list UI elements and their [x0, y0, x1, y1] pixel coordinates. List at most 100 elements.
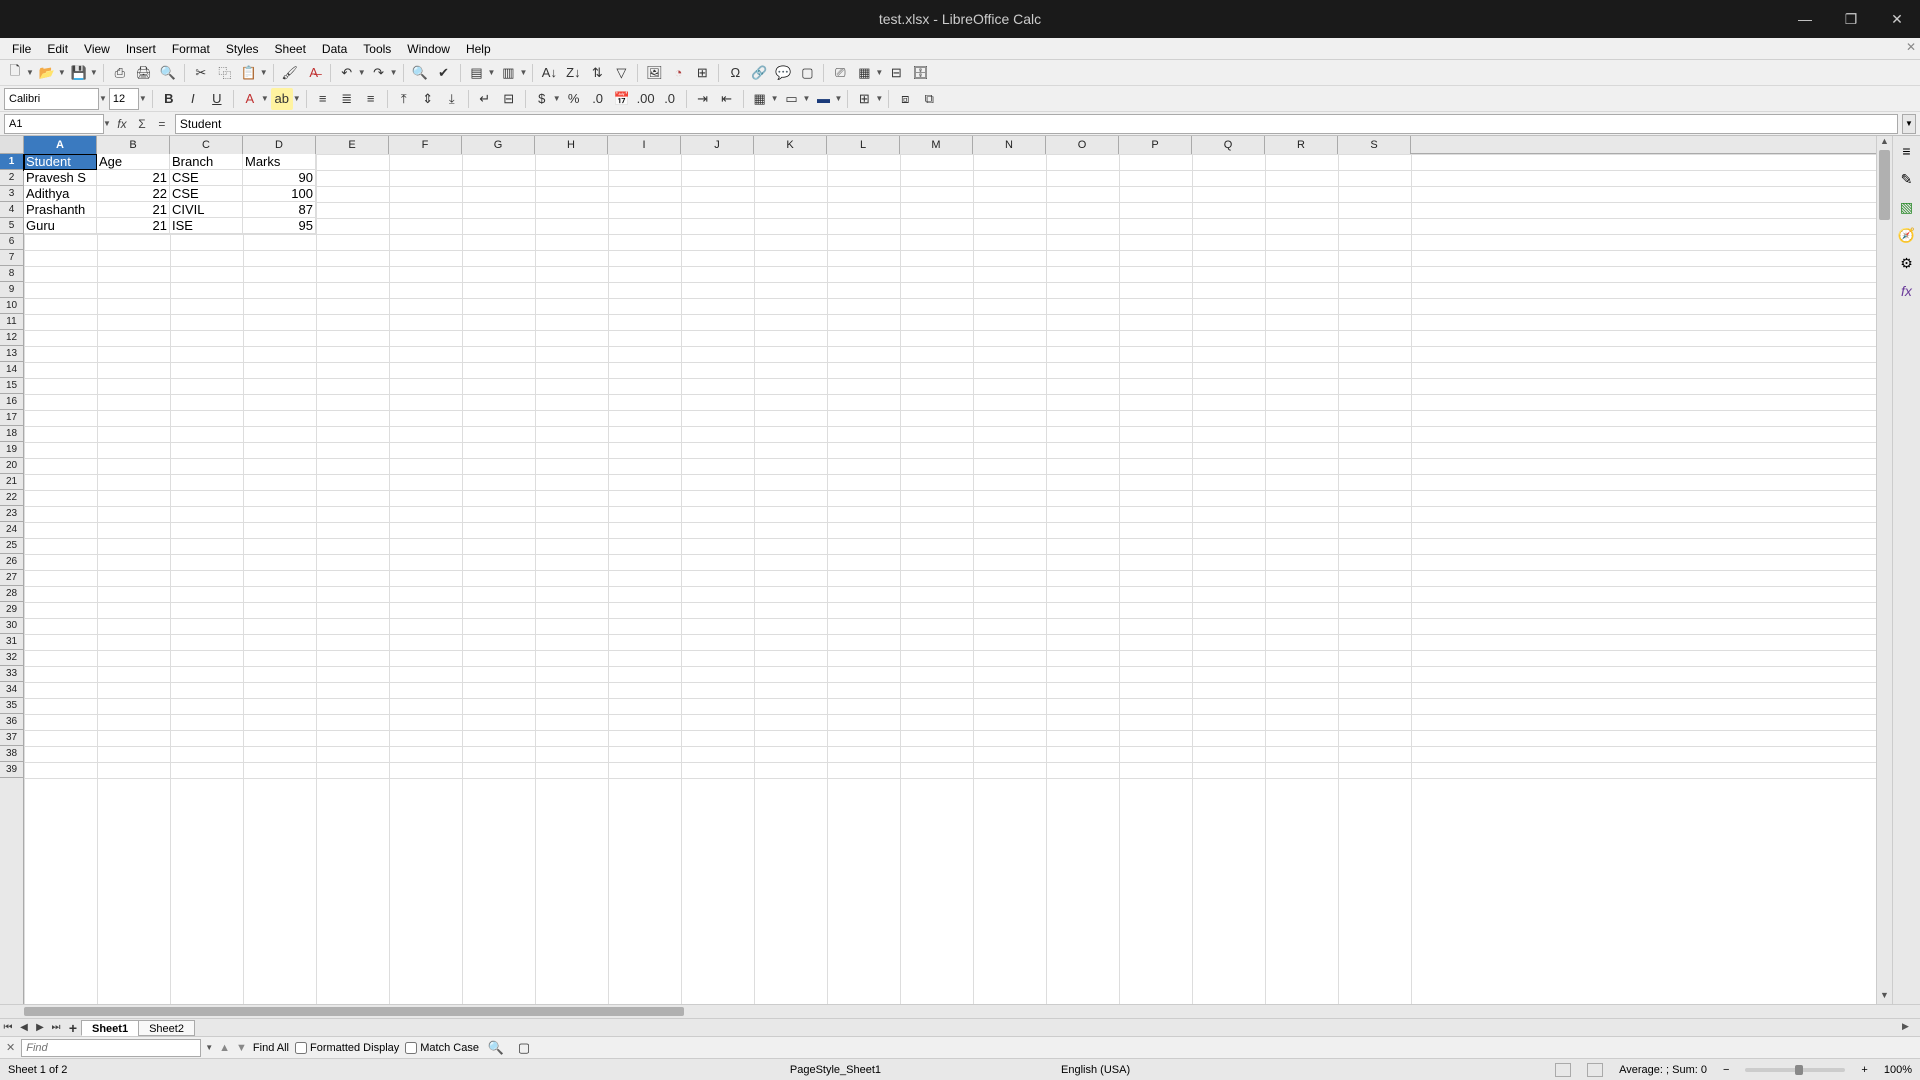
cell-B5[interactable]: 21 — [97, 218, 170, 234]
col-header-D[interactable]: D — [243, 136, 316, 154]
col-header-S[interactable]: S — [1338, 136, 1411, 154]
formatted-display-checkbox[interactable]: Formatted Display — [295, 1042, 399, 1054]
row-header-27[interactable]: 27 — [0, 570, 23, 586]
paste-icon[interactable]: 📋 — [238, 62, 260, 84]
find-options-icon[interactable]: 🔍 — [485, 1037, 507, 1059]
menu-data[interactable]: Data — [314, 40, 355, 58]
maximize-button[interactable]: ❐ — [1828, 0, 1874, 38]
cell-B1[interactable]: Age — [97, 154, 170, 170]
copy-icon[interactable]: ⿻ — [214, 62, 236, 84]
font-name-dropdown[interactable]: ▼ — [99, 94, 107, 103]
font-size-input[interactable] — [109, 88, 139, 110]
tab-first-icon[interactable]: ⏮ — [0, 1020, 16, 1036]
function-wizard-icon[interactable]: fx — [113, 114, 131, 134]
zoom-slider[interactable] — [1745, 1068, 1845, 1072]
border-style-icon[interactable]: ▭ — [781, 88, 803, 110]
close-document-button[interactable]: ✕ — [1906, 40, 1916, 54]
row-header-34[interactable]: 34 — [0, 682, 23, 698]
row-header-24[interactable]: 24 — [0, 522, 23, 538]
sort-icon[interactable]: ⇅ — [586, 62, 608, 84]
col-header-K[interactable]: K — [754, 136, 827, 154]
italic-icon[interactable]: I — [182, 88, 204, 110]
percent-icon[interactable]: % — [563, 88, 585, 110]
row-header-11[interactable]: 11 — [0, 314, 23, 330]
paste-dropdown[interactable]: ▼ — [260, 68, 268, 77]
sidebar-functions-icon[interactable]: fx — [1896, 280, 1918, 302]
pivot-icon[interactable]: ⊞ — [691, 62, 713, 84]
row-header-3[interactable]: 3 — [0, 186, 23, 202]
border-style-dropdown[interactable]: ▼ — [803, 94, 811, 103]
row-header-17[interactable]: 17 — [0, 410, 23, 426]
cell-D2[interactable]: 90 — [243, 170, 316, 186]
row-header-9[interactable]: 9 — [0, 282, 23, 298]
row-header-32[interactable]: 32 — [0, 650, 23, 666]
sidebar-navigator-icon[interactable]: 🧭 — [1896, 224, 1918, 246]
cells-grid[interactable]: StudentAgeBranchMarksPravesh S21CSE90Adi… — [24, 154, 1876, 1004]
hyperlink-icon[interactable]: 🔗 — [748, 62, 770, 84]
select-all-corner[interactable] — [0, 136, 24, 154]
menu-file[interactable]: File — [4, 40, 39, 58]
status-language[interactable]: English (USA) — [1061, 1064, 1130, 1076]
col-header-J[interactable]: J — [681, 136, 754, 154]
cell-B2[interactable]: 21 — [97, 170, 170, 186]
col-header-G[interactable]: G — [462, 136, 535, 154]
col-header-Q[interactable]: Q — [1192, 136, 1265, 154]
hscroll-thumb[interactable] — [24, 1007, 684, 1016]
row-header-16[interactable]: 16 — [0, 394, 23, 410]
border-color-icon[interactable]: ▬ — [812, 88, 834, 110]
zoom-value[interactable]: 100% — [1884, 1064, 1912, 1076]
tab-next-icon[interactable]: ▶ — [32, 1020, 48, 1036]
align-center-icon[interactable]: ≣ — [336, 88, 358, 110]
row-header-31[interactable]: 31 — [0, 634, 23, 650]
image-icon[interactable]: 🖼 — [643, 62, 665, 84]
clone-format-icon[interactable]: 🖌 — [279, 62, 301, 84]
col-header-L[interactable]: L — [827, 136, 900, 154]
menu-sheet[interactable]: Sheet — [267, 40, 314, 58]
tab-last-icon[interactable]: ⏭ — [48, 1020, 64, 1036]
dec-indent-icon[interactable]: ⇤ — [716, 88, 738, 110]
cell-D1[interactable]: Marks — [243, 154, 316, 170]
col-header-P[interactable]: P — [1119, 136, 1192, 154]
close-button[interactable]: ✕ — [1874, 0, 1920, 38]
cell-C1[interactable]: Branch — [170, 154, 243, 170]
col-header-B[interactable]: B — [97, 136, 170, 154]
menu-tools[interactable]: Tools — [355, 40, 399, 58]
row-header-26[interactable]: 26 — [0, 554, 23, 570]
sort-desc-icon[interactable]: Z↓ — [562, 62, 584, 84]
find-replace-icon[interactable]: 🔍 — [409, 62, 431, 84]
row-header-10[interactable]: 10 — [0, 298, 23, 314]
wrap-text-icon[interactable]: ↵ — [474, 88, 496, 110]
status-summary[interactable]: Average: ; Sum: 0 — [1619, 1064, 1707, 1076]
col-header-O[interactable]: O — [1046, 136, 1119, 154]
scroll-up-icon[interactable]: ▲ — [1877, 136, 1892, 150]
name-box-input[interactable] — [4, 114, 104, 134]
split-window-icon[interactable]: ⊟ — [885, 62, 907, 84]
menu-styles[interactable]: Styles — [218, 40, 267, 58]
match-case-checkbox[interactable]: Match Case — [405, 1042, 479, 1054]
menu-help[interactable]: Help — [458, 40, 499, 58]
find-dropdown-icon[interactable]: ▢ — [513, 1037, 535, 1059]
autofilter-icon[interactable]: ▽ — [610, 62, 632, 84]
row-header-12[interactable]: 12 — [0, 330, 23, 346]
signature-icon[interactable] — [1555, 1063, 1571, 1077]
find-input[interactable] — [21, 1039, 201, 1057]
font-name-input[interactable] — [4, 88, 99, 110]
del-decimal-icon[interactable]: .0 — [659, 88, 681, 110]
merge-cells-icon[interactable]: ⊟ — [498, 88, 520, 110]
row-header-22[interactable]: 22 — [0, 490, 23, 506]
sum-icon[interactable]: Σ — [133, 114, 151, 134]
freeze-icon[interactable]: ▦ — [853, 62, 875, 84]
tabs-scroll-icon[interactable]: ▶ — [1902, 1021, 1916, 1035]
scroll-down-icon[interactable]: ▼ — [1877, 990, 1892, 1004]
cell-C5[interactable]: ISE — [170, 218, 243, 234]
cell-A3[interactable]: Adithya — [24, 186, 97, 202]
zoom-knob[interactable] — [1795, 1065, 1803, 1075]
col-header-F[interactable]: F — [389, 136, 462, 154]
col-header-A[interactable]: A — [24, 136, 97, 154]
sidebar-gallery-icon[interactable]: ▧ — [1896, 196, 1918, 218]
open-icon[interactable]: 📂 — [36, 62, 58, 84]
menu-view[interactable]: View — [76, 40, 118, 58]
underline-icon[interactable]: U — [206, 88, 228, 110]
row-header-20[interactable]: 20 — [0, 458, 23, 474]
row-header-15[interactable]: 15 — [0, 378, 23, 394]
